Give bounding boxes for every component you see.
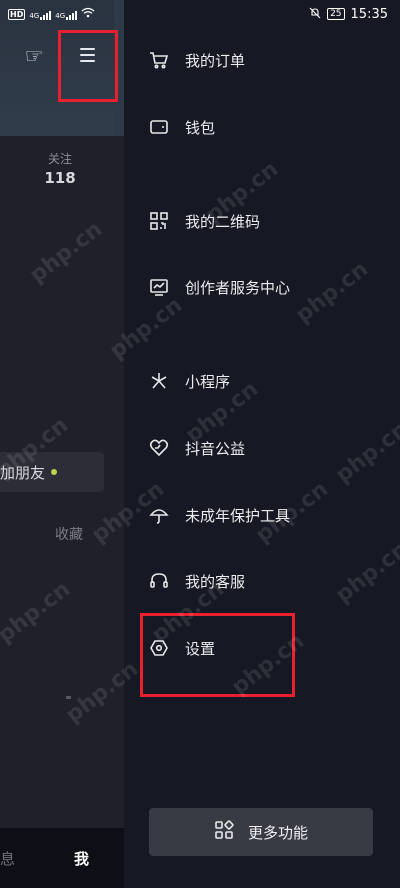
tab-me[interactable]: 我 xyxy=(74,848,89,869)
wifi-icon xyxy=(81,7,95,21)
menu-item-label: 我的订单 xyxy=(185,51,246,70)
menu-item-minor-protection[interactable]: 未成年保护工具 xyxy=(124,493,400,537)
signal-icon: 4G xyxy=(29,9,52,20)
side-drawer: 我的订单 钱包 我的二维码 创作者服务中心 小程序 抖音公益 未成年保护工具 我… xyxy=(124,0,400,888)
tab-collect[interactable]: 收藏 xyxy=(55,524,83,544)
menu-item-label: 钱包 xyxy=(185,118,216,137)
status-bar-right: 25 15:35 xyxy=(309,7,388,22)
tab-messages[interactable]: 息 xyxy=(0,848,15,869)
signal-icon-2: 4G xyxy=(55,9,78,20)
menu-item-orders[interactable]: 我的订单 xyxy=(124,38,400,82)
sim2-label: 4G xyxy=(55,11,66,20)
add-friend-button[interactable]: 加朋友 xyxy=(0,452,104,492)
more-features-button[interactable]: 更多功能 xyxy=(149,808,373,856)
menu-item-mini-programs[interactable]: 小程序 xyxy=(124,359,400,403)
hd-icon: HD xyxy=(8,8,26,20)
charity-heart-icon xyxy=(148,437,170,459)
menu-item-label: 小程序 xyxy=(185,372,231,391)
umbrella-icon xyxy=(148,504,170,526)
qrcode-icon xyxy=(148,210,170,232)
menu-item-label: 创作者服务中心 xyxy=(185,278,291,297)
status-bar: HD 4G 4G 25 15:35 xyxy=(0,0,400,28)
menu-item-label: 未成年保护工具 xyxy=(185,506,291,525)
follow-stat[interactable]: 关注 118 xyxy=(30,150,90,187)
online-dot xyxy=(51,469,58,475)
menu-item-customer-service[interactable]: 我的客服 xyxy=(124,559,400,603)
clock: 15:35 xyxy=(350,6,388,22)
menu-item-label: 我的二维码 xyxy=(185,212,261,231)
follow-count: 118 xyxy=(44,169,76,187)
profile-page-dimmed[interactable]: ☞ 关注 118 加朋友 收藏 息 我 xyxy=(0,0,124,888)
grid-apps-icon xyxy=(214,820,234,844)
bottom-tab-bar xyxy=(0,828,124,888)
add-friend-label: 加朋友 xyxy=(0,463,46,482)
status-bar-left: HD 4G 4G xyxy=(8,7,95,21)
hand-point-icon[interactable]: ☞ xyxy=(22,44,46,68)
chart-board-icon xyxy=(148,276,170,298)
wallet-icon xyxy=(148,116,170,138)
more-features-label: 更多功能 xyxy=(247,823,308,842)
divider-mark xyxy=(66,696,71,699)
sim1-label: 4G xyxy=(29,11,40,20)
follow-label: 关注 xyxy=(47,152,72,166)
menu-item-label: 抖音公益 xyxy=(185,439,246,458)
menu-item-label: 我的客服 xyxy=(185,572,246,591)
headset-icon xyxy=(148,570,170,592)
highlight-box-settings xyxy=(140,613,295,697)
menu-item-qrcode[interactable]: 我的二维码 xyxy=(124,199,400,243)
menu-item-creator-center[interactable]: 创作者服务中心 xyxy=(124,265,400,309)
highlight-box-menu xyxy=(58,30,118,102)
battery-icon: 25 xyxy=(327,8,345,20)
mini-program-icon xyxy=(148,370,170,392)
cart-icon xyxy=(148,49,170,71)
menu-item-wallet[interactable]: 钱包 xyxy=(124,105,400,149)
mute-icon xyxy=(309,7,321,22)
menu-item-charity[interactable]: 抖音公益 xyxy=(124,426,400,470)
